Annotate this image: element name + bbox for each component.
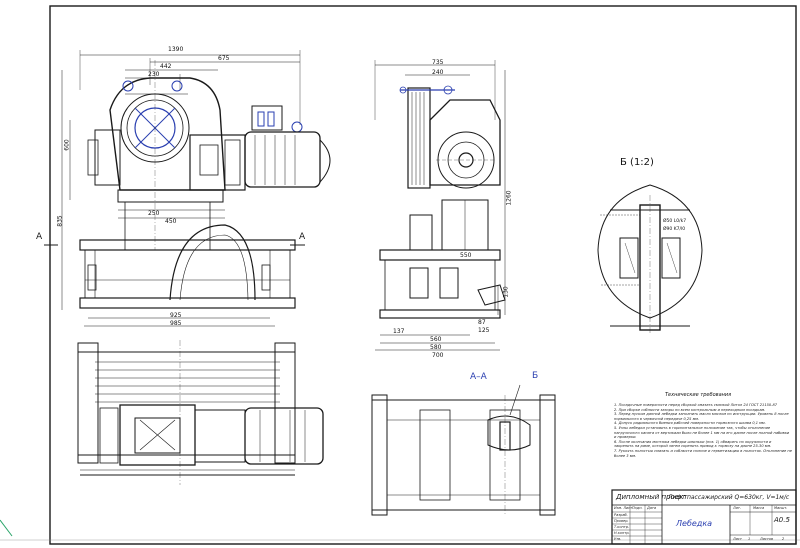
section-aa-title: A–A	[470, 372, 487, 382]
dim-450: 450	[165, 218, 177, 225]
dim-835: 835	[56, 215, 64, 227]
title-block-subject: Лифт пассажирский Q=630кг, V=1м/с	[668, 494, 790, 501]
dim-675: 675	[218, 55, 230, 62]
section-aa-view	[371, 384, 556, 516]
dim-240: 240	[432, 69, 444, 76]
detail-b-fit-1: Ø50 L0/k7	[663, 219, 687, 224]
plan-view	[77, 340, 324, 485]
technical-requirements-list: 1. Посадочные поверхности перед сборкой …	[614, 403, 792, 458]
dim-735: 735	[432, 59, 444, 66]
title-block-col-scale: Масшт.	[774, 506, 788, 510]
section-marker-a-right: A	[299, 232, 306, 242]
dim-125: 125	[478, 327, 490, 334]
section-marker-a-left: A	[36, 232, 43, 242]
dim-925: 925	[170, 312, 182, 319]
dim-580: 580	[430, 344, 442, 351]
requirement-item: 1. Посадочные поверхности перед сборкой …	[614, 403, 778, 407]
dim-600: 600	[63, 139, 71, 151]
dim-250: 250	[148, 210, 160, 217]
dim-442: 442	[160, 63, 172, 70]
detail-b-marker: Б	[532, 371, 539, 381]
dim-985: 985	[170, 320, 182, 327]
dim-1390: 1390	[168, 46, 184, 53]
dim-230: 230	[148, 71, 160, 78]
requirement-item: 5. Узлы лебедки установить в горизонталь…	[614, 425, 790, 440]
requirement-item: 7. Рукоять полостью смазать и соблюсти п…	[614, 448, 792, 458]
title-block-role-approve: Утв.	[614, 537, 622, 541]
dim-130: 130	[502, 286, 510, 298]
detail-b-view	[597, 184, 703, 335]
dim-87: 87	[478, 319, 486, 326]
title-block-role-tcontrol: Т.контр.	[614, 525, 630, 529]
technical-requirements-title: Технические требования	[665, 392, 732, 398]
requirement-item: 3. Перед пуском данной лебедки заполнить…	[614, 412, 789, 421]
detail-b-title: Б (1:2)	[620, 157, 654, 168]
title-block-format-label: Изм. Лист	[614, 506, 633, 510]
dim-550: 550	[460, 252, 472, 259]
engineering-drawing-sheet	[0, 5, 800, 545]
dim-700: 700	[432, 352, 444, 359]
title-block-drawing-name: Лебедка	[676, 519, 713, 528]
detail-b-fit-2: Ø90 K7/l0	[663, 227, 686, 232]
sheet-corner-mark	[0, 519, 13, 537]
title-block-col-mass: Масса	[753, 506, 765, 510]
dim-137: 137	[393, 328, 405, 335]
title-block-sheets-label: Листов	[760, 537, 774, 541]
side-view	[374, 60, 506, 351]
title-block-col-lit: Лит.	[733, 506, 742, 510]
front-view	[44, 50, 331, 327]
title-block-role-dev: Разраб.	[614, 513, 628, 517]
dim-1260: 1260	[505, 190, 513, 206]
title-block-sheet-code: А0.5	[774, 516, 790, 524]
title-block-role-ncontrol: Н.контр.	[614, 531, 630, 535]
dim-560: 560	[430, 336, 442, 343]
title-block-sheet-total: 2	[782, 537, 785, 541]
title-block-col-sign: Подп.	[632, 506, 643, 510]
title-block-role-check: Провер.	[614, 519, 629, 523]
requirement-item: 6. После окончания монтажа лебедки шпиль…	[614, 439, 772, 449]
title-block-sheet-label: Лист	[733, 537, 742, 541]
sheet-border	[49, 5, 797, 545]
title-block-col-date: Дата	[647, 506, 657, 510]
title-block-sheet-num: 1	[748, 537, 751, 541]
